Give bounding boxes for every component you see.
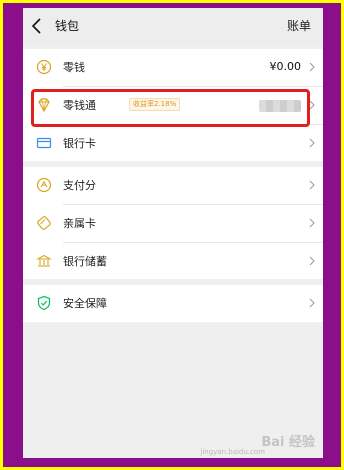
services-group: 支付分 亲属卡 银行储蓄 [23,167,323,279]
phone-screen: 钱包 账单 零钱 ¥0.00 零钱通 收益率2.18% 银行卡 支付分 亲属卡 … [23,8,323,458]
bank-savings-icon [36,254,52,267]
shield-icon [37,295,51,311]
chevron-right-icon [309,138,315,148]
watermark: Bai 经验 [261,435,315,450]
chevron-right-icon [309,62,315,72]
bank-savings-row[interactable]: 银行储蓄 [23,243,323,280]
yen-coin-icon [36,59,52,75]
frame-outer: 钱包 账单 零钱 ¥0.00 零钱通 收益率2.18% 银行卡 支付分 亲属卡 … [3,3,341,467]
back-arrow-icon[interactable] [30,17,44,35]
security-group: 安全保障 [23,285,323,322]
row-label: 零钱 [63,61,85,74]
pay-score-icon [36,177,52,193]
watermark-url: jingyan.baidu.com [200,448,265,456]
chevron-right-icon [309,256,315,266]
bill-button[interactable]: 账单 [287,19,311,33]
pay-score-row[interactable]: 支付分 [23,167,323,204]
highlight-box [31,89,310,127]
bank-card-row[interactable]: 银行卡 [23,125,323,162]
security-row[interactable]: 安全保障 [23,285,323,322]
nav-bar: 钱包 账单 [23,8,323,44]
bank-card-icon [36,137,52,149]
chevron-right-icon [309,218,315,228]
page-title: 钱包 [55,19,80,33]
family-card-row[interactable]: 亲属卡 [23,205,323,242]
family-card-icon [37,216,51,230]
balance-value: ¥0.00 [269,60,302,73]
chevron-right-icon [309,180,315,190]
row-label: 支付分 [63,179,96,192]
row-label: 银行卡 [63,137,96,150]
row-label: 亲属卡 [63,217,96,230]
row-label: 银行储蓄 [63,255,107,268]
row-label: 安全保障 [63,297,107,310]
chevron-right-icon [309,298,315,308]
wallet-change-row[interactable]: 零钱 ¥0.00 [23,49,323,86]
